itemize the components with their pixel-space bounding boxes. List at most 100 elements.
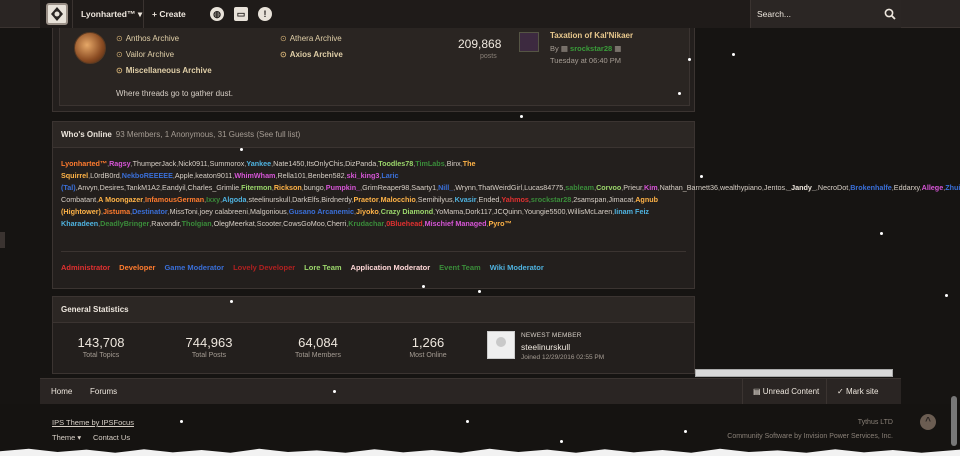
online-member-link[interactable]: ThumperJack [133,159,177,168]
online-member-link[interactable]: Jiyoko [356,207,379,216]
unread-content-button[interactable]: ▤ Unread Content [742,379,829,405]
online-member-link[interactable]: joey calabreeni [200,207,248,216]
online-member-link[interactable]: 2samspan [573,195,606,204]
online-member-link[interactable]: steelinurskull [249,195,291,204]
search-input[interactable] [757,6,877,22]
subforum-link[interactable]: ⊙ Miscellaneous Archive [116,66,212,75]
side-handle[interactable] [0,232,5,248]
online-member-link[interactable]: wealthypiano [720,183,762,192]
contact-us-link[interactable]: Contact Us [93,433,130,442]
online-member-link[interactable]: Eddarxy [894,183,920,192]
online-member-link[interactable]: Kim [644,183,658,192]
online-member-link[interactable]: Allege [922,183,944,192]
breadcrumb-home[interactable]: Home [51,379,72,405]
online-member-link[interactable]: DarkElfs [292,195,319,204]
online-member-link[interactable]: Fitermon [241,183,272,192]
online-summary[interactable]: 93 Members, 1 Anonymous, 31 Guests (See … [116,130,301,139]
online-member-link[interactable]: WillisMcLaren [568,207,613,216]
online-member-link[interactable]: ThatWeirdGirl [478,183,522,192]
online-member-link[interactable]: Krudachar [348,219,384,228]
online-member-link[interactable]: Yahmos [501,195,529,204]
last-post-title[interactable]: Taxation of Kal'Nikaer [550,31,633,40]
newest-member-name[interactable]: steelinurskull [521,342,570,352]
globe-icon[interactable]: ◍ [210,7,224,21]
horizontal-scrollbar[interactable] [695,369,893,377]
online-member-link[interactable]: Mischief Managed [425,219,487,228]
online-member-link[interactable]: Nick0911 [178,159,207,168]
online-member-link[interactable]: Semihilyus [418,195,453,204]
online-member-link[interactable]: Nill_ [438,183,453,192]
online-member-link[interactable]: Jimacat [608,195,633,204]
theme-selector[interactable]: Theme ▾ [52,433,81,442]
online-member-link[interactable]: Desires [100,183,124,192]
online-member-link[interactable]: TankM1A2 [126,183,160,192]
online-member-link[interactable]: Brokenhalfe [850,183,892,192]
software-credit[interactable]: Community Software by Invision Power Ser… [700,433,893,440]
online-member-link[interactable]: Eandyil [162,183,186,192]
online-member-link[interactable]: Yankee [246,159,271,168]
online-member-link[interactable]: Kvasir [455,195,477,204]
online-member-link[interactable]: Jistuma [103,207,130,216]
online-member-link[interactable]: WhimWham [234,171,275,180]
create-button[interactable]: + Create [143,0,194,28]
online-member-link[interactable]: Youngie5500 [524,207,566,216]
site-logo[interactable] [46,3,68,25]
theme-credit-link[interactable]: IPS Theme by IPSFocus [52,418,134,427]
online-member-link[interactable]: Scooter [257,219,281,228]
online-member-link[interactable]: JCQuinn [494,207,522,216]
online-member-link[interactable]: Ravondir [151,219,179,228]
online-member-link[interactable]: Pyro™ [489,219,512,228]
online-member-link[interactable]: Gusano Arcanemic [289,207,354,216]
online-member-link[interactable]: Toodles78 [378,159,413,168]
subforum-link[interactable]: ⊙ Axios Archive [280,50,343,59]
online-member-link[interactable]: NekboREEEEE [122,171,173,180]
online-member-link[interactable]: L0rdB0rd [90,171,120,180]
online-member-link[interactable]: Praetor [353,195,378,204]
vertical-scrollbar[interactable] [951,396,957,446]
online-member-link[interactable]: Ended [479,195,500,204]
online-member-link[interactable]: MissToni [170,207,198,216]
online-member-link[interactable]: Lyonharted™ [61,159,107,168]
online-member-link[interactable]: Benben582 [308,171,345,180]
online-member-link[interactable]: CowsGoMoo [283,219,325,228]
online-member-link[interactable]: Charles_Grimlie [188,183,240,192]
online-member-link[interactable]: YoMama [435,207,463,216]
online-member-link[interactable]: Jentos [764,183,785,192]
online-member-link[interactable]: DeadlyBringer [100,219,149,228]
online-member-link[interactable]: srockstar28 [531,195,571,204]
online-member-link[interactable]: ski_king3 [347,171,380,180]
online-member-link[interactable]: Malocchio [381,195,416,204]
subforum-link[interactable]: ⊙ Anthos Archive [116,34,179,43]
online-member-link[interactable]: A Moongazer [98,195,143,204]
subforum-link[interactable]: ⊙ Vailor Archive [116,50,174,59]
breadcrumb-forums[interactable]: Forums [90,379,117,405]
online-member-link[interactable]: Malgonious [250,207,287,216]
online-member-link[interactable]: Dork117 [465,207,492,216]
online-member-link[interactable]: OlegMeerkat [214,219,255,228]
online-member-link[interactable]: NecroDot [818,183,848,192]
online-member-link[interactable]: Nate1450 [273,159,304,168]
alert-icon[interactable]: ! [258,7,272,21]
online-member-link[interactable]: Algoda [222,195,246,204]
online-member-link[interactable]: Rella101 [277,171,305,180]
online-member-link[interactable]: Destinator [132,207,168,216]
avatar[interactable] [487,331,515,359]
online-member-link[interactable]: bungo [304,183,324,192]
online-member-link[interactable]: Binx [447,159,461,168]
online-member-link[interactable]: InfamousGerman [145,195,204,204]
online-member-link[interactable]: Crazy Diamond [381,207,433,216]
online-member-link[interactable]: DizPanda [345,159,376,168]
avatar[interactable] [519,32,539,52]
online-member-link[interactable]: sableam [565,183,594,192]
online-member-link[interactable]: Ixxy [206,195,220,204]
online-member-link[interactable]: Rickson [274,183,302,192]
online-member-link[interactable]: 0Bluehead [386,219,422,228]
online-member-link[interactable]: Apple [175,171,193,180]
inbox-icon[interactable]: ▭ [234,7,248,21]
online-member-link[interactable]: Summorox [210,159,245,168]
online-member-link[interactable]: Prieur [623,183,642,192]
subforum-link[interactable]: ⊙ Athera Archive [280,34,342,43]
online-member-link[interactable]: Anvyn [78,183,98,192]
online-member-link[interactable]: Cherri [327,219,347,228]
online-member-link[interactable]: Zhuilk [945,183,960,192]
